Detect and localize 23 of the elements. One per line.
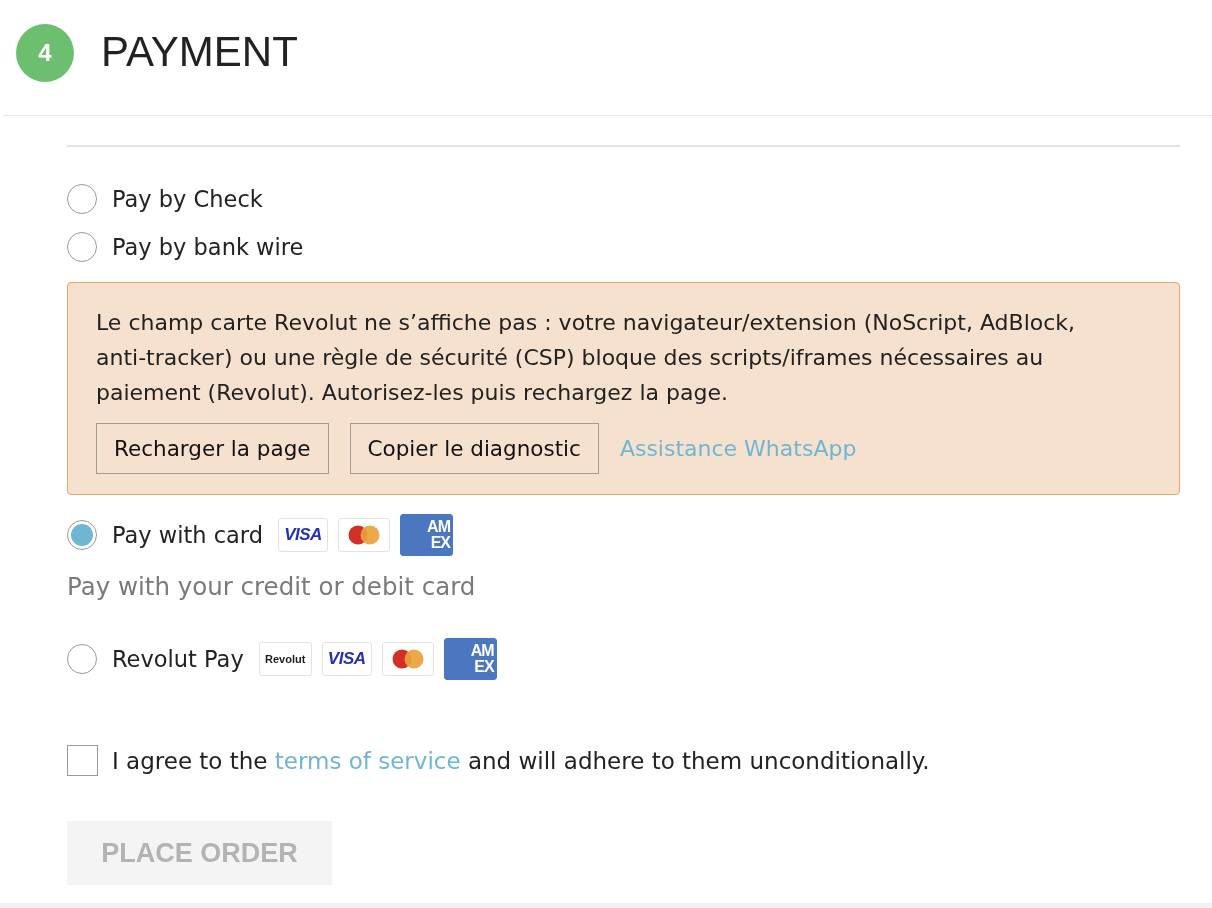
radio-button[interactable]	[67, 184, 97, 214]
checkbox[interactable]	[67, 745, 98, 776]
terms-text: I agree to the terms of service and will adhere to them unconditionally.	[112, 747, 930, 774]
payment-option-label[interactable]: Pay by bank wire	[112, 234, 304, 260]
payment-option-label[interactable]: Pay by Check	[112, 186, 263, 212]
radio-button[interactable]	[67, 520, 97, 550]
notice-button[interactable]: Recharger la page	[96, 423, 329, 474]
notice-button[interactable]: Copier le diagnostic	[349, 423, 599, 474]
mastercard-logo-icon	[338, 518, 390, 552]
notice-message: Le champ carte Revolut ne s’affiche pas : votre navigateur/extension (NoScript, AdBlock, anti-tracker) ou une règle de sécurité (CSP) bloque des scripts/iframes nécessaires au paiement (Revolut). Autorisez-les puis rechargez la page.	[96, 309, 1077, 407]
amex-logo: AM EX	[443, 638, 497, 680]
mastercard-logo-icon	[381, 642, 434, 676]
visa-logo: VISA	[321, 642, 372, 676]
payment-option-label[interactable]: Revolut Pay	[112, 646, 244, 672]
radio-button[interactable]	[67, 232, 97, 262]
revolut-logo: Revolut	[258, 642, 312, 676]
step-title: PAYMENT	[101, 27, 298, 76]
amex-logo: AM EX	[400, 514, 453, 556]
visa-logo: VISA	[278, 518, 328, 552]
radio-button[interactable]	[67, 644, 97, 674]
option-description: Pay with your credit or debit card	[67, 572, 476, 602]
step-number-badge: 4	[16, 23, 74, 82]
payment-option-label[interactable]: Pay with card	[112, 522, 263, 548]
